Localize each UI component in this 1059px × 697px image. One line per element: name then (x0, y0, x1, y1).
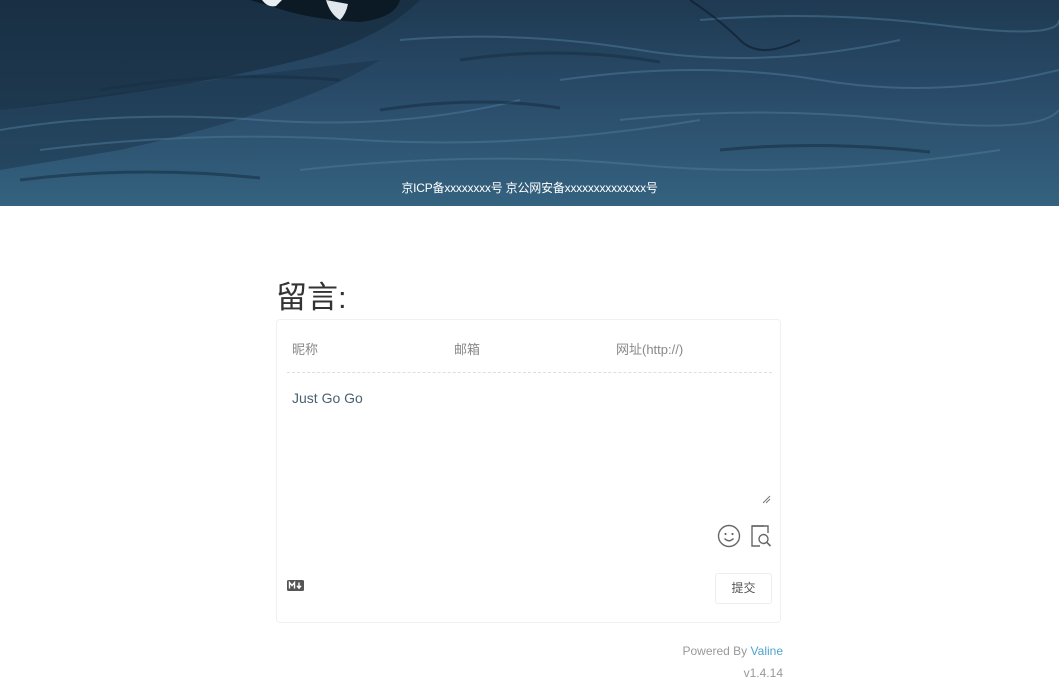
preview-search-icon[interactable] (749, 524, 773, 548)
editor-placeholder: Just Go Go (292, 390, 363, 406)
smile-face-icon[interactable] (717, 524, 741, 548)
comment-editor[interactable]: Just Go Go (287, 390, 772, 506)
mail-input[interactable]: 邮箱 (449, 336, 604, 364)
ocean-background-image (0, 0, 1059, 206)
powered-by: Powered By Valine (682, 644, 783, 658)
hero-banner: 京ICP备xxxxxxxx号 京公网安备xxxxxxxxxxxxxx号 (0, 0, 1059, 206)
beian-footer-text: 京ICP备xxxxxxxx号 京公网安备xxxxxxxxxxxxxx号 (401, 181, 658, 195)
comment-form: 昵称 邮箱 网址(http://) Just Go Go 提交 (276, 319, 781, 623)
comments-title: 留言: (276, 280, 347, 315)
comment-fields-row: 昵称 邮箱 网址(http://) (287, 336, 772, 373)
nick-input[interactable]: 昵称 (287, 336, 442, 364)
powered-by-label: Powered By (682, 644, 751, 658)
markdown-icon (287, 580, 304, 591)
version-label: v1.4.14 (743, 666, 783, 680)
submit-button[interactable]: 提交 (715, 573, 772, 604)
valine-link[interactable]: Valine (751, 644, 783, 658)
link-input[interactable]: 网址(http://) (611, 336, 766, 364)
resize-grip-icon[interactable] (762, 495, 771, 504)
